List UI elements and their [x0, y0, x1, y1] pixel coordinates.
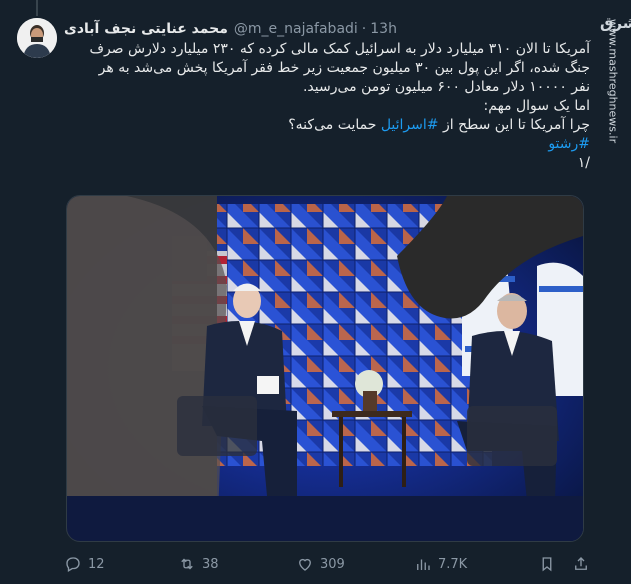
tweet-header: محمد عنایتی نجف آبادی @m_e_najafabadi · …	[64, 19, 397, 39]
tweet-line: جنگ شده، اگر این پول بین ۳۰ میلیون جمعیت…	[98, 60, 590, 76]
bookmark-icon	[542, 557, 552, 572]
hashtag-israel-link[interactable]: #اسرائیل	[381, 117, 439, 133]
author-name[interactable]: محمد عنایتی نجف آبادی	[64, 21, 228, 37]
retweet-icon	[181, 558, 193, 570]
retweet-count: 38	[202, 556, 219, 572]
photo-scene	[67, 196, 583, 541]
tweet-line: اما یک سوال مهم:	[483, 98, 590, 114]
avatar[interactable]	[17, 18, 57, 58]
bookmark-action[interactable]	[538, 553, 556, 575]
share-action[interactable]	[572, 553, 590, 575]
news-watermark: مشرق www.mashreghnews.ir	[600, 10, 631, 143]
tweet-line: نفر ۱۰۰۰۰ دلار معادل ۶۰۰ میلیون تومن می‌…	[302, 79, 590, 95]
like-action[interactable]: 309	[296, 553, 345, 575]
hashtag-thread-link[interactable]: #رشتو	[548, 136, 590, 152]
tweet-text: آمریکا تا الان ۳۱۰ میلیارد دلار به اسرائ…	[70, 40, 590, 173]
tweet-photo[interactable]	[66, 195, 584, 542]
tweet-question-line: چرا آمریکا تا این سطح از #اسرائیل حمایت …	[70, 116, 590, 135]
views-action[interactable]: 7.7K	[414, 553, 467, 575]
tweet-actions: 12 38 309 7.7K	[64, 553, 604, 575]
views-icon	[417, 559, 430, 570]
hashtag-line: #رشتو	[70, 135, 590, 154]
like-icon	[299, 558, 311, 571]
reply-action[interactable]: 12	[64, 553, 105, 575]
reply-count: 12	[88, 556, 105, 572]
tweet-line: آمریکا تا الان ۳۱۰ میلیارد دلار به اسرائ…	[89, 41, 590, 57]
header-separator: ·	[361, 21, 367, 37]
reply-icon	[66, 557, 80, 572]
share-icon	[575, 557, 587, 570]
watermark-url-box: www.mashreghnews.ir	[600, 19, 625, 143]
views-count: 7.7K	[438, 556, 468, 572]
thread-index: /۱	[577, 155, 590, 171]
question-text-end: حمایت می‌کنه؟	[288, 117, 381, 133]
retweet-action[interactable]: 38	[178, 553, 219, 575]
author-handle[interactable]: @m_e_najafabadi	[234, 21, 358, 37]
thread-connector-line	[36, 0, 38, 16]
tweet-timestamp[interactable]: 13h	[370, 21, 397, 37]
like-count: 309	[320, 556, 345, 572]
watermark-url: www.mashreghnews.ir	[606, 18, 619, 144]
avatar-image	[17, 18, 57, 58]
question-text-start: چرا آمریکا تا این سطح از	[438, 117, 590, 133]
